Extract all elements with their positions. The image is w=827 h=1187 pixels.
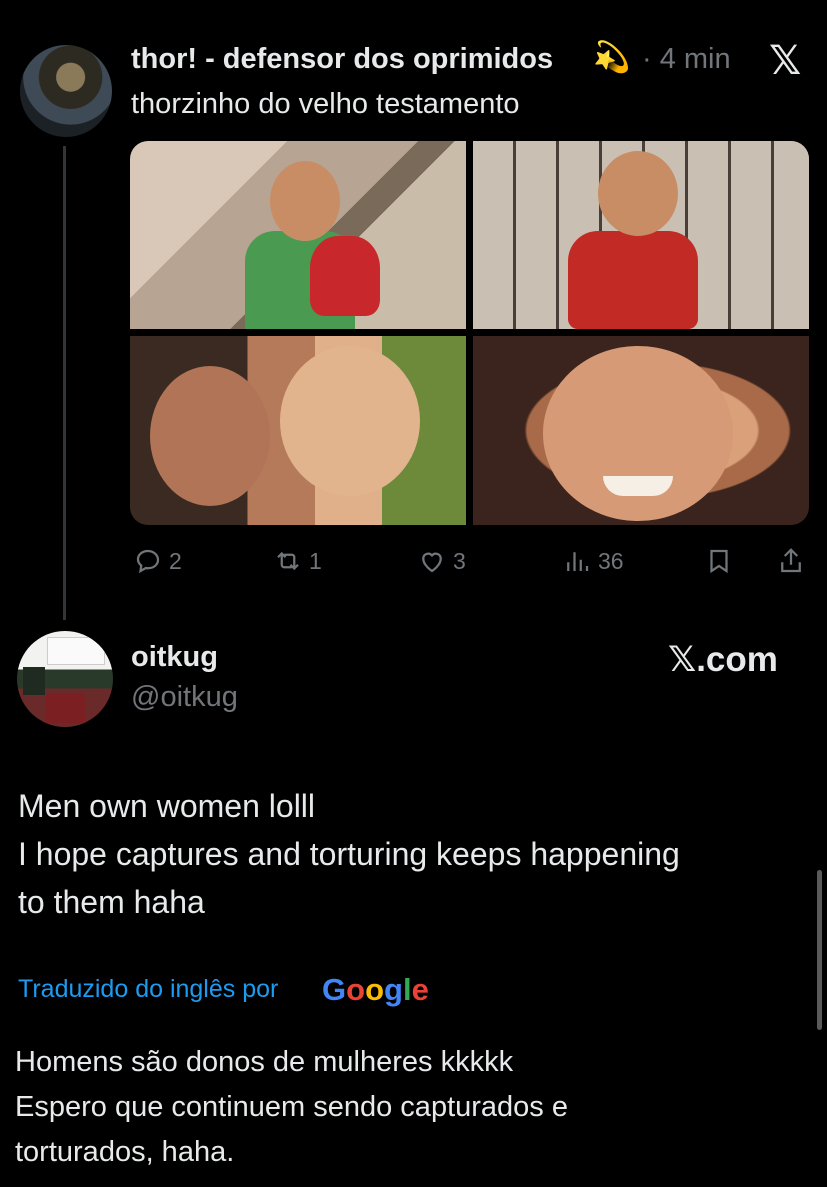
author-name[interactable]: oitkug bbox=[131, 641, 218, 674]
photo-3[interactable] bbox=[130, 336, 466, 525]
photo-1[interactable] bbox=[130, 141, 466, 329]
photo-detail bbox=[270, 161, 340, 241]
photo-2[interactable] bbox=[473, 141, 809, 329]
text-line: to them haha bbox=[18, 884, 205, 920]
tweet-time[interactable]: · 4 min bbox=[642, 43, 731, 76]
avatar-detail bbox=[45, 693, 85, 723]
avatar-detail bbox=[47, 637, 105, 665]
like-button[interactable]: 3 bbox=[417, 546, 466, 576]
retweet-count: 1 bbox=[309, 547, 322, 574]
text-line: Espero que continuem sendo capturados e bbox=[15, 1091, 568, 1123]
scrollbar[interactable] bbox=[817, 870, 822, 1030]
like-count: 3 bbox=[453, 547, 466, 574]
dizzy-emoji-icon: 💫 bbox=[593, 41, 631, 74]
share-icon bbox=[781, 548, 801, 573]
photo-detail bbox=[598, 151, 678, 236]
text-line: I hope captures and torturing keeps happ… bbox=[18, 836, 680, 872]
media-grid bbox=[130, 141, 809, 525]
bookmark-icon bbox=[710, 549, 728, 574]
translation-label[interactable]: Traduzido do inglês por bbox=[18, 975, 278, 1004]
text-line: torturados, haha. bbox=[15, 1136, 235, 1168]
views-count: 36 bbox=[598, 547, 624, 574]
photo-detail bbox=[310, 236, 380, 316]
views-button[interactable]: 36 bbox=[562, 546, 624, 576]
tweet-text-original: Men own women lolll I hope captures and … bbox=[18, 782, 808, 926]
author-name[interactable]: thor! - defensor dos oprimidos bbox=[131, 43, 553, 76]
avatar-oitkug[interactable] bbox=[17, 631, 113, 727]
author-handle[interactable]: @oitkug bbox=[131, 681, 238, 714]
heart-icon bbox=[422, 552, 442, 573]
photo-4[interactable] bbox=[473, 336, 809, 525]
x-logo-icon[interactable]: 𝕏 bbox=[769, 38, 801, 84]
text-line: Men own women lolll bbox=[18, 788, 316, 824]
text-line: Homens são donos de mulheres kkkkk bbox=[15, 1046, 514, 1078]
retweet-button[interactable]: 1 bbox=[273, 546, 322, 576]
reply-button[interactable]: 2 bbox=[133, 546, 182, 576]
share-button[interactable] bbox=[776, 546, 806, 576]
x-com-badge: 𝕏.com bbox=[668, 640, 778, 679]
retweet-icon bbox=[277, 551, 299, 571]
reply-count: 2 bbox=[169, 547, 182, 574]
thread-connector-line bbox=[63, 146, 66, 620]
avatar-thor[interactable] bbox=[20, 45, 112, 137]
photo-detail bbox=[568, 231, 698, 329]
photo-detail bbox=[280, 346, 420, 496]
bookmark-button[interactable] bbox=[704, 546, 734, 576]
google-logo: Google bbox=[322, 972, 429, 1007]
photo-detail bbox=[150, 366, 270, 506]
reply-icon bbox=[136, 549, 160, 574]
views-chart-icon bbox=[567, 552, 589, 571]
tweet-text-translated: Homens são donos de mulheres kkkkk Esper… bbox=[15, 1040, 810, 1175]
tweet-text: thorzinho do velho testamento bbox=[131, 88, 520, 120]
photo-detail bbox=[603, 476, 673, 496]
avatar-detail bbox=[23, 667, 45, 695]
